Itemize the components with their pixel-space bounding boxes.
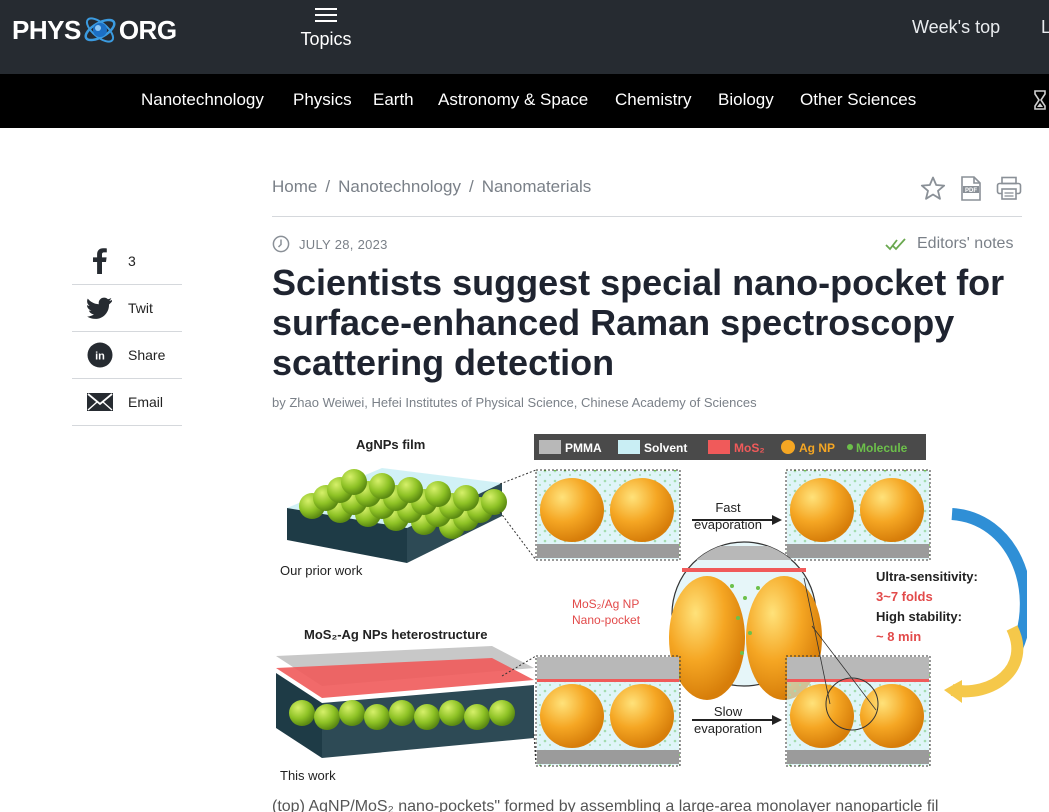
breadcrumb-home[interactable]: Home: [272, 177, 317, 196]
legend-agnp: Ag NP: [799, 441, 835, 455]
heterostructure-nanoparticle: [464, 704, 490, 730]
email-share-label: Email: [128, 394, 164, 410]
atom-logo-icon: [82, 12, 118, 48]
top-right-cell: [785, 469, 931, 561]
nav-item-astronomy-space[interactable]: Astronomy & Space: [438, 90, 588, 110]
site-logo[interactable]: PHYS ORG: [12, 10, 177, 50]
film-nanoparticle: [481, 489, 507, 515]
bottom-right-cell: [785, 655, 931, 767]
clock-icon: [272, 235, 290, 253]
nav-item-biology[interactable]: Biology: [718, 90, 774, 110]
article-date: JULY 28, 2023: [299, 236, 388, 252]
prior-work-label: Our prior work: [280, 563, 363, 578]
editors-notes-label: Editors' notes: [917, 235, 1014, 252]
legend-solvent: Solvent: [644, 441, 687, 455]
breadcrumb-separator: /: [325, 177, 331, 196]
legend-mos2: MoS₂: [734, 441, 765, 455]
film-nanoparticle: [453, 485, 479, 511]
hourglass-icon[interactable]: [1033, 90, 1047, 110]
pdf-icon[interactable]: PDF: [960, 176, 982, 201]
breadcrumb-divider: [272, 216, 1022, 217]
double-check-icon: [885, 238, 906, 251]
share-twitter-button[interactable]: Twit: [72, 285, 182, 332]
heterostructure-nanoparticle: [364, 704, 390, 730]
heterostructure-nanoparticle: [414, 704, 440, 730]
agnps-film-block: [287, 468, 507, 563]
nav-item-earth[interactable]: Earth: [373, 90, 414, 110]
breadcrumb: Home / Nanotechnology / Nanomaterials: [272, 177, 591, 197]
film-nanoparticle: [425, 481, 451, 507]
weeks-top-link[interactable]: Week's top: [912, 17, 1000, 38]
article-dateline: JULY 28, 2023: [272, 235, 388, 253]
nav-item-physics[interactable]: Physics: [293, 90, 352, 110]
top-left-cell: [535, 469, 681, 561]
facebook-icon: [86, 247, 114, 275]
this-work-label: This work: [280, 768, 336, 783]
legend-pmma: PMMA: [565, 441, 602, 455]
heterostructure-nanoparticle: [289, 700, 315, 726]
breadcrumb-nanomaterials[interactable]: Nanomaterials: [482, 177, 592, 196]
heterostructure-nanoparticle: [489, 700, 515, 726]
article-byline: by Zhao Weiwei, Hefei Institutes of Phys…: [272, 395, 757, 410]
film-nanoparticle: [341, 469, 367, 495]
stability-value: ~ 8 min: [876, 629, 921, 644]
share-linkedin-button[interactable]: in Share: [72, 332, 182, 379]
agnps-film-label: AgNPs film: [356, 437, 425, 452]
sensitivity-title: Ultra-sensitivity:: [876, 569, 978, 584]
hamburger-icon: [315, 8, 337, 22]
heterostructure-nanoparticle: [339, 700, 365, 726]
heterostructure-nanoparticle: [389, 700, 415, 726]
category-nav: Nanotechnology Physics Earth Astronomy &…: [0, 74, 1049, 128]
stability-title: High stability:: [876, 609, 962, 624]
nano-pocket-diagram: AgNPs film Our prior work PMMA Solvent M…: [276, 434, 1032, 783]
linkedin-icon: in: [86, 341, 114, 369]
slow-label-1: Slow: [714, 704, 743, 719]
editors-notes-link[interactable]: Editors' notes: [885, 235, 1013, 253]
breadcrumb-separator: /: [468, 177, 474, 196]
top-bar: PHYS ORG Topics Week's top L: [0, 0, 1049, 74]
fast-label-2: evaporation: [694, 517, 762, 532]
pocket-label-1: MoS₂/Ag NP: [572, 597, 639, 611]
film-nanoparticle: [369, 473, 395, 499]
heterostructure-block: [276, 646, 534, 758]
bookmark-star-icon[interactable]: [920, 176, 946, 201]
logo-text-right: ORG: [118, 14, 177, 45]
nav-item-chemistry[interactable]: Chemistry: [615, 90, 692, 110]
topics-menu-button[interactable]: Topics: [298, 4, 354, 50]
twitter-bird-icon: [86, 294, 114, 322]
fast-label-1: Fast: [715, 500, 741, 515]
svg-text:PDF: PDF: [965, 188, 977, 194]
pocket-label-2: Nano-pocket: [572, 613, 641, 627]
nav-item-nanotechnology[interactable]: Nanotechnology: [141, 90, 264, 110]
print-icon[interactable]: [996, 176, 1022, 201]
bottom-left-cell: [535, 655, 681, 767]
topics-label: Topics: [300, 29, 352, 49]
share-email-button[interactable]: Email: [72, 379, 182, 426]
linkedin-share-label: Share: [128, 347, 166, 363]
twitter-share-label: Twit: [128, 300, 153, 316]
logo-text-left: PHYS: [12, 14, 81, 45]
facebook-share-count: 3: [128, 253, 136, 269]
legend-molecule: Molecule: [856, 441, 908, 455]
film-nanoparticle: [397, 477, 423, 503]
svg-text:in: in: [95, 351, 105, 363]
article-title: Scientists suggest special nano-pocket f…: [272, 262, 1005, 383]
nav-item-other-sciences[interactable]: Other Sciences: [800, 90, 916, 110]
legend-bar: PMMA Solvent MoS₂ Ag NP Molecule: [534, 434, 926, 460]
article-figure[interactable]: AgNPs film Our prior work PMMA Solvent M…: [272, 428, 1032, 790]
share-column: 3 Twit in Share Email: [72, 238, 182, 426]
sensitivity-value: 3~7 folds: [876, 589, 933, 604]
figure-caption: (top) AgNP/MoS₂ nano-pockets" formed by …: [272, 798, 939, 812]
breadcrumb-nanotechnology[interactable]: Nanotechnology: [338, 177, 461, 196]
header-link-truncated[interactable]: L: [1041, 17, 1049, 38]
heterostructure-label: MoS₂-Ag NPs heterostructure: [304, 627, 487, 642]
envelope-icon: [86, 388, 114, 416]
slow-label-2: evaporation: [694, 721, 762, 736]
share-facebook-button[interactable]: 3: [72, 238, 182, 285]
heterostructure-nanoparticle: [314, 704, 340, 730]
heterostructure-nanoparticle: [439, 700, 465, 726]
